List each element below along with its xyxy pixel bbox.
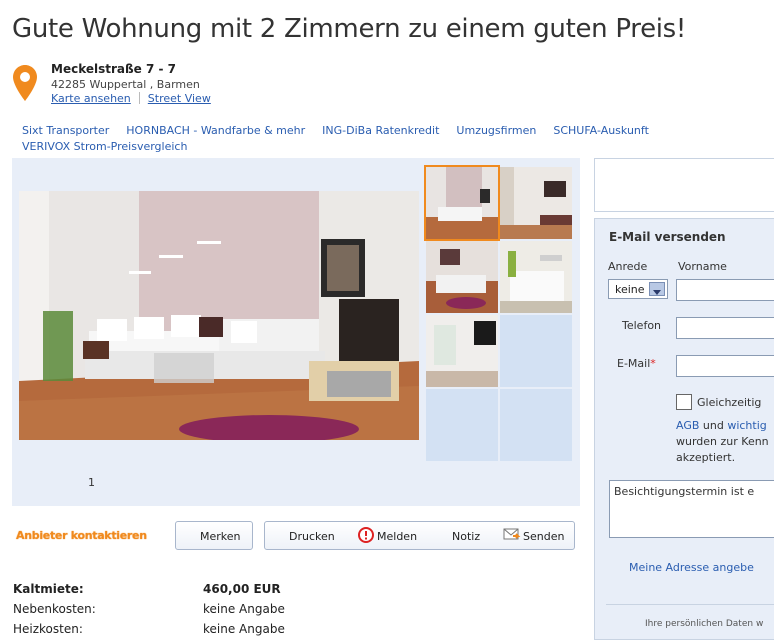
ad-link-hornbach[interactable]: HORNBACH - Wandfarbe & mehr: [126, 124, 305, 137]
send-mail-icon: [503, 528, 521, 540]
chevron-down-icon: [649, 282, 665, 296]
privacy-note: Ihre persönlichen Daten w: [645, 619, 764, 629]
map-link[interactable]: Karte ansehen: [51, 92, 131, 105]
detail-label-rent: Kaltmiete:: [13, 582, 84, 596]
thumbnail-4[interactable]: [500, 241, 572, 313]
thumbnail-2[interactable]: [500, 167, 572, 239]
divider: [138, 92, 140, 104]
salutation-select[interactable]: keine: [608, 279, 668, 299]
send-button[interactable]: Senden: [523, 530, 564, 543]
email-label-text: E-Mail: [617, 357, 651, 370]
thumbnail-3[interactable]: [426, 241, 498, 313]
ad-link-verivox[interactable]: VERIVOX Strom-Preisvergleich: [22, 140, 187, 153]
page-title: Gute Wohnung mit 2 Zimmern zu einem gute…: [12, 14, 687, 44]
terms-line-3: akzeptiert.: [676, 451, 736, 464]
right-top-box: [594, 158, 774, 212]
main-photo[interactable]: [19, 191, 419, 440]
detail-value-extra: keine Angabe: [203, 602, 285, 616]
thumbnail-1[interactable]: [424, 165, 500, 241]
streetview-link[interactable]: Street View: [148, 92, 211, 105]
address-city: 42285 Wuppertal , Barmen: [51, 78, 200, 91]
firstname-label: Vorname: [678, 260, 727, 273]
firstname-input[interactable]: [676, 279, 774, 301]
email-label: E-Mail*: [617, 357, 656, 370]
note-button[interactable]: Notiz: [452, 530, 480, 543]
form-divider: [606, 604, 774, 605]
salutation-value: keine: [615, 283, 645, 296]
copy-checkbox[interactable]: [676, 394, 692, 410]
my-address-link[interactable]: Meine Adresse angebe: [629, 560, 754, 576]
email-input[interactable]: [676, 355, 774, 377]
message-textarea[interactable]: Besichtigungstermin ist e: [609, 480, 774, 538]
location-pin-icon: [13, 65, 37, 101]
required-mark: *: [650, 357, 656, 370]
thumbnail-empty-1: [500, 315, 572, 387]
detail-value-rent: 460,00 EUR: [203, 582, 281, 596]
contact-provider-link[interactable]: Anbieter kontaktieren: [16, 529, 147, 542]
gallery-page-number: 1: [88, 476, 95, 489]
salutation-label: Anrede: [608, 260, 648, 273]
print-button[interactable]: Drucken: [289, 530, 335, 543]
agb-link[interactable]: AGB: [676, 419, 699, 432]
terms-line-2: wurden zur Kenn: [676, 435, 769, 448]
address-street: Meckelstraße 7 - 7: [51, 62, 176, 76]
ad-link-umzug[interactable]: Umzugsfirmen: [456, 124, 536, 137]
phone-input[interactable]: [676, 317, 774, 339]
ad-links: Sixt Transporter HORNBACH - Wandfarbe & m…: [22, 123, 772, 155]
form-title: E-Mail versenden: [609, 230, 726, 244]
important-link[interactable]: wichtig: [727, 419, 766, 432]
detail-label-extra: Nebenkosten:: [13, 602, 96, 616]
address-links: Karte ansehen Street View: [51, 92, 211, 105]
thumbnail-empty-2: [426, 389, 498, 461]
warning-icon: [358, 527, 374, 543]
phone-label: Telefon: [622, 319, 662, 332]
remember-label: Merken: [200, 530, 241, 543]
ad-link-ingdiba[interactable]: ING-DiBa Ratenkredit: [322, 124, 439, 137]
detail-value-heating: keine Angabe: [203, 622, 285, 636]
copy-checkbox-label: Gleichzeitig: [697, 396, 762, 409]
report-button[interactable]: Melden: [377, 530, 417, 543]
detail-label-heating: Heizkosten:: [13, 622, 83, 636]
terms-text: AGB und wichtig wurden zur Kenn akzeptie…: [676, 418, 769, 466]
thumbnail-empty-3: [500, 389, 572, 461]
thumbnail-5[interactable]: [426, 315, 498, 387]
terms-and: und: [699, 419, 728, 432]
ad-link-sixt[interactable]: Sixt Transporter: [22, 124, 109, 137]
ad-link-schufa[interactable]: SCHUFA-Auskunft: [553, 124, 649, 137]
